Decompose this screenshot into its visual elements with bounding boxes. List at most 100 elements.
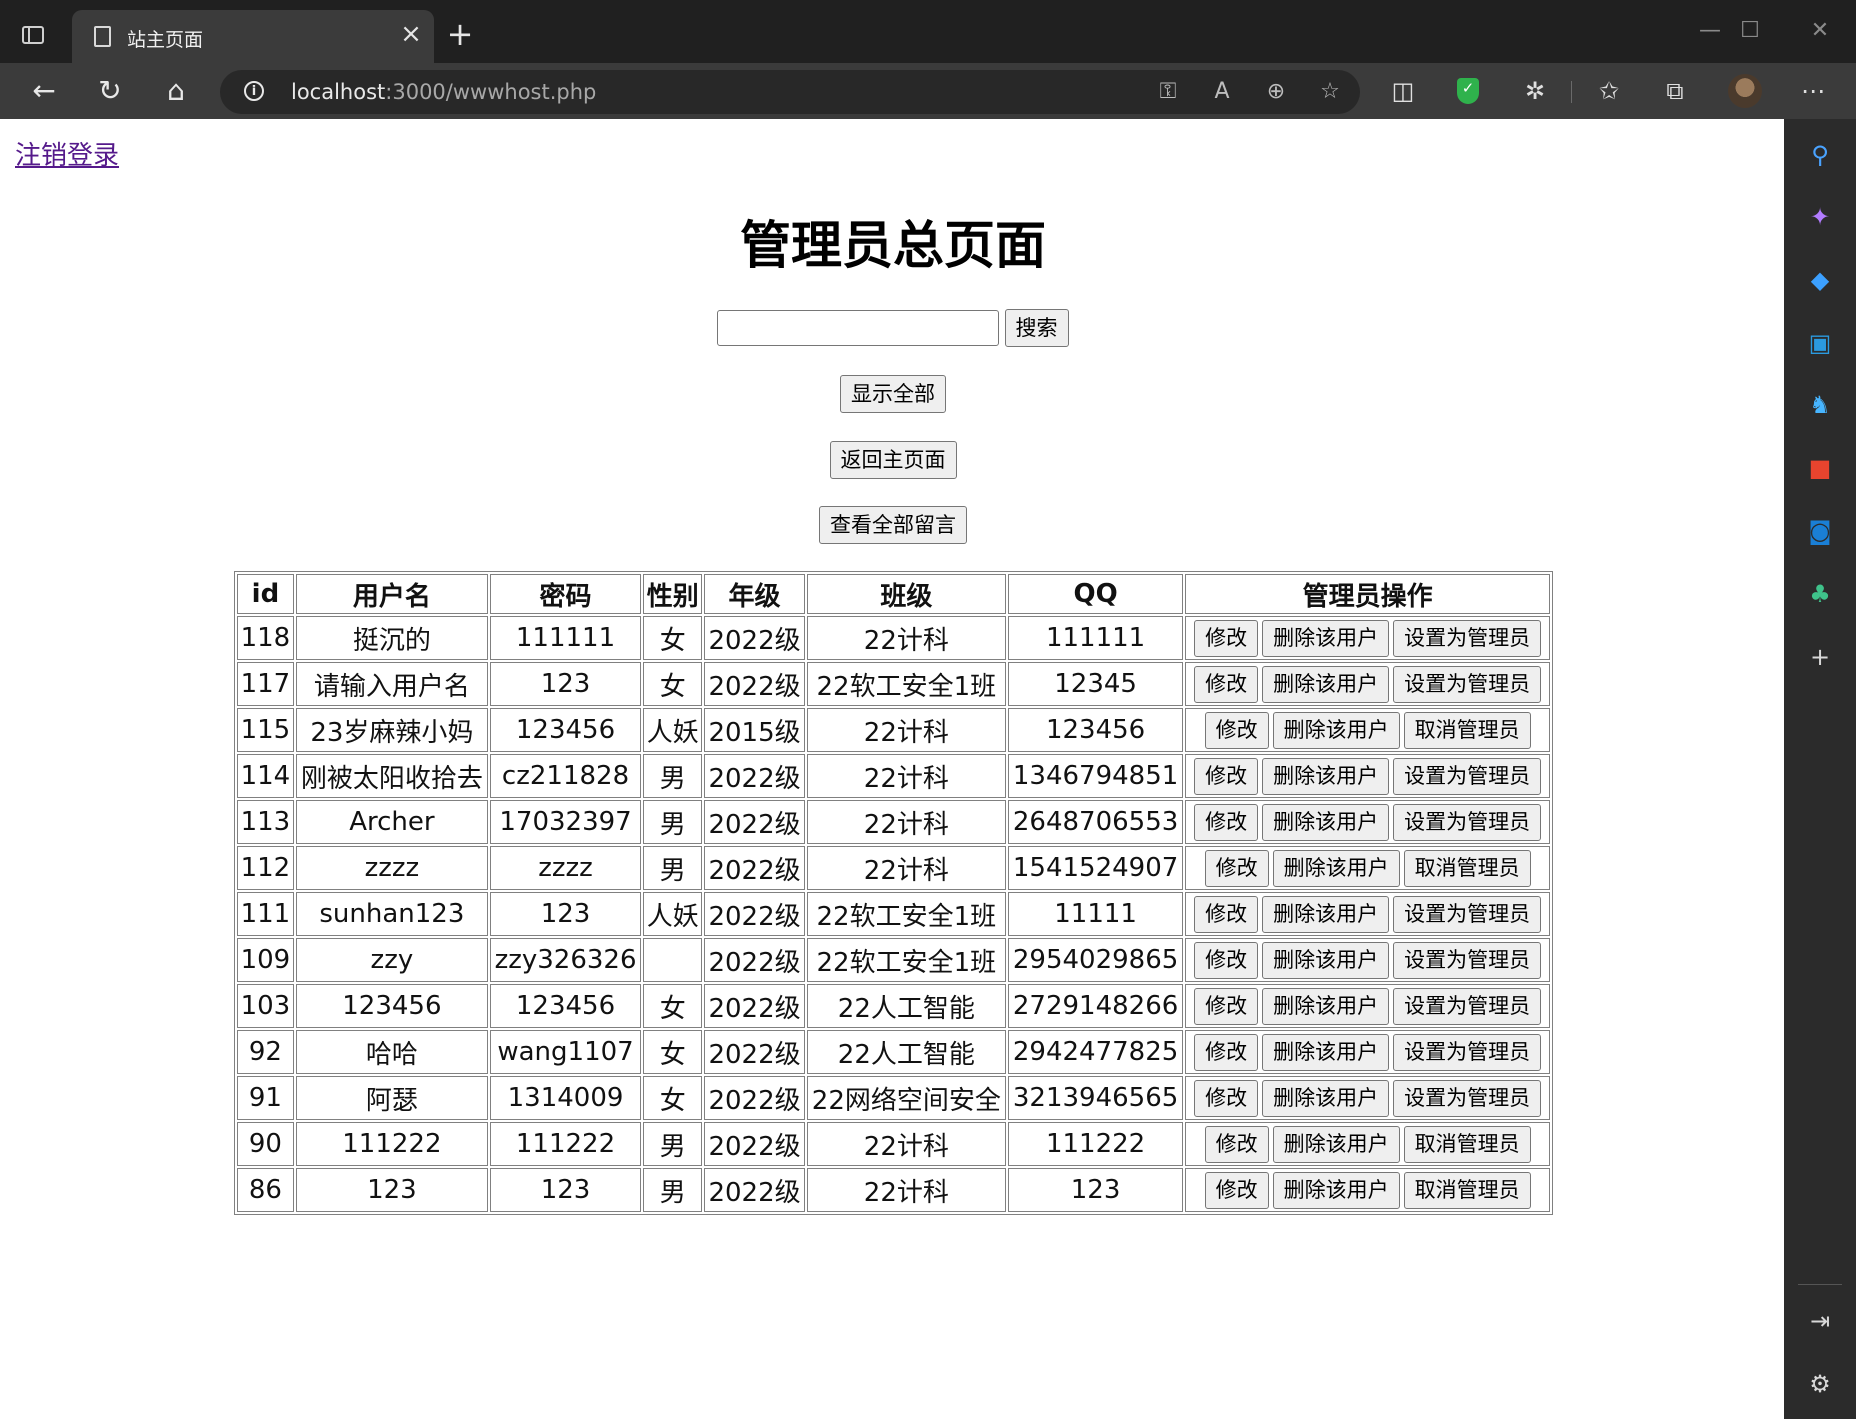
maximize-icon[interactable]: ☐ bbox=[1730, 14, 1770, 48]
delete-user-button[interactable]: 删除该用户 bbox=[1272, 711, 1400, 749]
search-button[interactable]: 搜索 bbox=[1004, 309, 1069, 347]
cell-username: 阿瑟 bbox=[295, 1076, 488, 1120]
cell-admin-actions: 修改 删除该用户 设置为管理员 bbox=[1185, 616, 1550, 660]
cell-class: 22软工安全1班 bbox=[806, 892, 1007, 936]
admin-toggle-button[interactable]: 设置为管理员 bbox=[1393, 803, 1542, 841]
copilot-icon[interactable]: ✦ bbox=[1804, 201, 1836, 233]
admin-toggle-button[interactable]: 取消管理员 bbox=[1403, 849, 1531, 887]
add-icon[interactable]: + bbox=[1804, 641, 1836, 673]
games-icon[interactable]: ♞ bbox=[1804, 389, 1836, 421]
cell-password: zzzz bbox=[489, 846, 642, 890]
url-path: :3000/wwwhost.php bbox=[385, 80, 597, 104]
page-title: 管理员总页面 bbox=[739, 217, 1046, 276]
admin-toggle-button[interactable]: 设置为管理员 bbox=[1393, 757, 1542, 795]
key-icon[interactable]: ⚿ bbox=[1152, 76, 1184, 108]
admin-toggle-button[interactable]: 设置为管理员 bbox=[1393, 941, 1542, 979]
edit-button[interactable]: 修改 bbox=[1194, 665, 1259, 703]
logout-link[interactable]: 注销登录 bbox=[15, 135, 119, 172]
read-aloud-icon[interactable]: A bbox=[1206, 76, 1238, 108]
cell-grade: 2022级 bbox=[704, 800, 805, 844]
cell-grade: 2022级 bbox=[704, 754, 805, 798]
home-icon[interactable]: ⌂ bbox=[156, 71, 196, 111]
admin-toggle-button[interactable]: 取消管理员 bbox=[1403, 1171, 1531, 1209]
admin-toggle-button[interactable]: 设置为管理员 bbox=[1393, 665, 1542, 703]
admin-toggle-button[interactable]: 设置为管理员 bbox=[1393, 1079, 1542, 1117]
delete-user-button[interactable]: 删除该用户 bbox=[1262, 757, 1390, 795]
delete-user-button[interactable]: 删除该用户 bbox=[1262, 895, 1390, 933]
close-tab-icon[interactable]: × bbox=[396, 19, 426, 49]
column-header: QQ bbox=[1008, 574, 1184, 614]
delete-user-button[interactable]: 删除该用户 bbox=[1262, 987, 1390, 1025]
delete-user-button[interactable]: 删除该用户 bbox=[1272, 1125, 1400, 1163]
info-icon[interactable]: i bbox=[244, 81, 264, 101]
edit-button[interactable]: 修改 bbox=[1194, 987, 1259, 1025]
table-row: 103 123456 123456 女 2022级 22人工智能 2729148266 修改删… bbox=[237, 984, 1550, 1028]
view-all-messages-button[interactable]: 查看全部留言 bbox=[819, 506, 967, 544]
edit-button[interactable]: 修改 bbox=[1194, 757, 1259, 795]
minimize-icon[interactable]: — bbox=[1690, 14, 1730, 48]
sidebar-divider bbox=[1798, 1284, 1842, 1285]
tree-icon[interactable]: ♣ bbox=[1804, 578, 1836, 610]
delete-user-button[interactable]: 删除该用户 bbox=[1262, 941, 1390, 979]
tools-icon[interactable]: ▣ bbox=[1804, 327, 1836, 359]
admin-toggle-button[interactable]: 设置为管理员 bbox=[1393, 1033, 1542, 1071]
back-home-button[interactable]: 返回主页面 bbox=[829, 441, 957, 479]
edit-button[interactable]: 修改 bbox=[1204, 1125, 1269, 1163]
delete-user-button[interactable]: 删除该用户 bbox=[1272, 1171, 1400, 1209]
back-arrow-icon[interactable]: ← bbox=[24, 71, 64, 111]
admin-toggle-button[interactable]: 设置为管理员 bbox=[1393, 619, 1542, 657]
settings-icon[interactable]: ⚙ bbox=[1804, 1368, 1836, 1400]
edit-button[interactable]: 修改 bbox=[1194, 941, 1259, 979]
delete-user-button[interactable]: 删除该用户 bbox=[1272, 849, 1400, 887]
edit-button[interactable]: 修改 bbox=[1194, 619, 1259, 657]
delete-user-button[interactable]: 删除该用户 bbox=[1262, 619, 1390, 657]
table-row: 112 zzzz zzzz 男 2022级 22计科 1541524907 修改 删除该用户 取消… bbox=[237, 846, 1550, 890]
url-text[interactable]: localhost:3000/wwwhost.php bbox=[291, 80, 596, 104]
browser-tab-active[interactable]: 站主页面 × bbox=[72, 10, 434, 63]
immersive-reader-icon[interactable]: ◫ bbox=[1383, 71, 1423, 111]
edit-button[interactable]: 修改 bbox=[1194, 803, 1259, 841]
cell-class: 22软工安全1班 bbox=[806, 662, 1007, 706]
favorites-icon[interactable]: ✩ bbox=[1589, 71, 1629, 111]
tab-actions-icon[interactable] bbox=[22, 26, 44, 44]
add-favorite-icon[interactable]: ☆ bbox=[1314, 76, 1346, 108]
outlook-icon[interactable]: ◙ bbox=[1804, 515, 1836, 547]
collections-icon[interactable]: ⧉ bbox=[1655, 71, 1695, 111]
office-icon[interactable]: ■ bbox=[1804, 452, 1836, 484]
address-bar[interactable]: i localhost:3000/wwwhost.php ⚿ A ⊕ ☆ bbox=[220, 70, 1360, 114]
edit-button[interactable]: 修改 bbox=[1194, 895, 1259, 933]
delete-user-button[interactable]: 删除该用户 bbox=[1262, 803, 1390, 841]
more-menu-icon[interactable]: ⋯ bbox=[1793, 71, 1833, 111]
cell-class: 22人工智能 bbox=[806, 1030, 1007, 1074]
cell-admin-actions: 修改 删除该用户 设置为管理员 bbox=[1185, 938, 1550, 982]
zoom-icon[interactable]: ⊕ bbox=[1260, 76, 1292, 108]
search-icon[interactable]: ⚲ bbox=[1804, 139, 1836, 171]
delete-user-button[interactable]: 删除该用户 bbox=[1262, 1033, 1390, 1071]
window-close-icon[interactable]: ✕ bbox=[1800, 14, 1840, 48]
hide-sidebar-icon[interactable]: ⇥ bbox=[1804, 1305, 1836, 1337]
new-tab-icon[interactable]: + bbox=[444, 18, 476, 50]
shield-icon[interactable] bbox=[1457, 78, 1479, 104]
edit-button[interactable]: 修改 bbox=[1194, 1033, 1259, 1071]
cell-admin-actions: 修改 删除该用户 取消管理员 bbox=[1185, 1168, 1550, 1212]
edit-button[interactable]: 修改 bbox=[1204, 849, 1269, 887]
user-table: id 用户名 密码 性别 年级 班级 QQ 管理员操作 118 挺沉的 111111… bbox=[234, 571, 1553, 1215]
edit-button[interactable]: 修改 bbox=[1204, 711, 1269, 749]
refresh-icon[interactable]: ↻ bbox=[90, 71, 130, 111]
cell-username: 111222 bbox=[295, 1122, 488, 1166]
delete-user-button[interactable]: 删除该用户 bbox=[1262, 665, 1390, 703]
admin-toggle-button[interactable]: 设置为管理员 bbox=[1393, 987, 1542, 1025]
admin-toggle-button[interactable]: 设置为管理员 bbox=[1393, 895, 1542, 933]
edit-button[interactable]: 修改 bbox=[1204, 1171, 1269, 1209]
edit-button[interactable]: 修改 bbox=[1194, 1079, 1259, 1117]
admin-toggle-button[interactable]: 取消管理员 bbox=[1403, 711, 1531, 749]
search-input[interactable] bbox=[717, 310, 1000, 346]
admin-toggle-button[interactable]: 取消管理员 bbox=[1403, 1125, 1531, 1163]
cell-password: 17032397 bbox=[489, 800, 642, 844]
show-all-button[interactable]: 显示全部 bbox=[840, 375, 946, 413]
extensions-icon[interactable]: ✲ bbox=[1515, 71, 1555, 111]
shopping-tag-icon[interactable]: ◆ bbox=[1804, 264, 1836, 296]
avatar[interactable] bbox=[1728, 74, 1762, 108]
cell-admin-actions: 修改 删除该用户 设置为管理员 bbox=[1185, 892, 1550, 936]
delete-user-button[interactable]: 删除该用户 bbox=[1262, 1079, 1390, 1117]
